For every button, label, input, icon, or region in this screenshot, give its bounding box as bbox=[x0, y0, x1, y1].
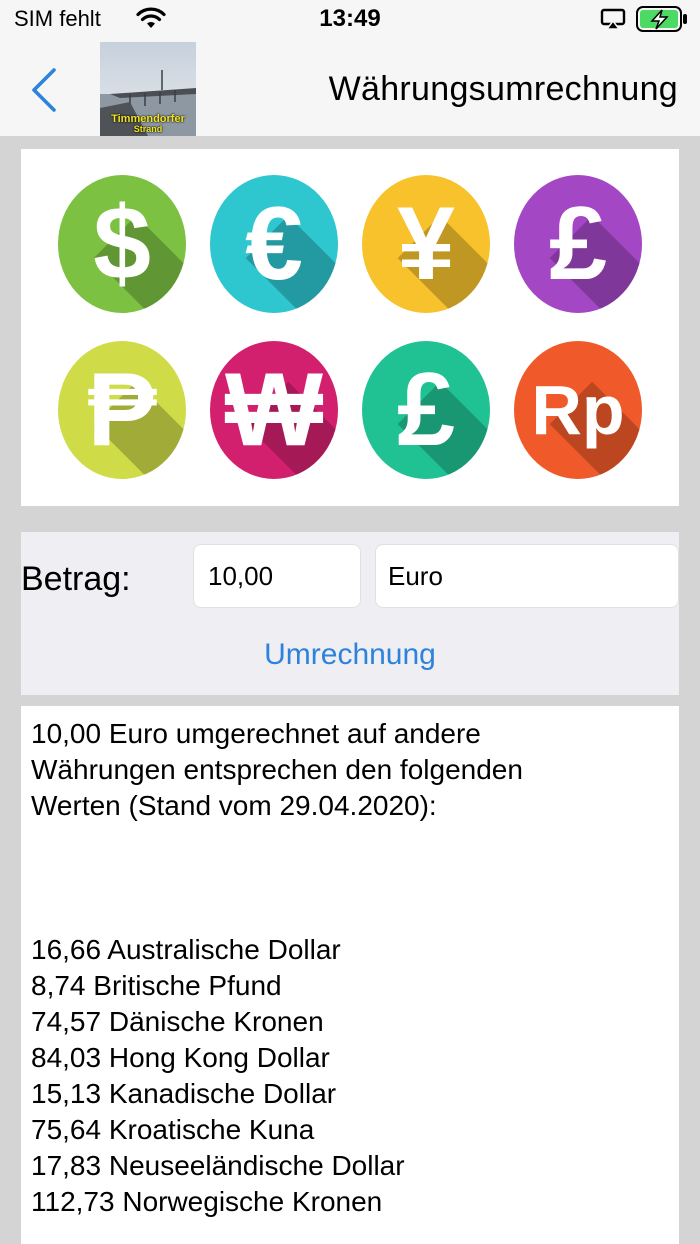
thumbnail-caption-line2: Strand bbox=[133, 124, 163, 134]
rate-item: 84,03 Hong Kong Dollar bbox=[31, 1042, 330, 1073]
amount-label: Betrag: bbox=[21, 560, 131, 598]
peso-coin-icon: ₱ bbox=[58, 341, 186, 479]
battery-charging-icon bbox=[636, 6, 687, 32]
rate-item: 17,83 Neuseeländische Dollar bbox=[31, 1150, 405, 1181]
currency-select[interactable]: Euro bbox=[375, 544, 679, 608]
pound-coin-icon: £ bbox=[514, 175, 642, 313]
amount-input[interactable]: 10,00 bbox=[193, 544, 361, 608]
yen-coin-icon: ¥ bbox=[362, 175, 490, 313]
navigation-bar: Timmendorfer Strand Währungsumrechnung bbox=[0, 40, 700, 136]
won-coin-icon: ₩ bbox=[210, 341, 338, 479]
back-chevron-icon[interactable] bbox=[26, 66, 62, 114]
rate-item: 112,73 Norwegische Kronen bbox=[31, 1186, 383, 1217]
rate-item: 74,57 Dänische Kronen bbox=[31, 1006, 324, 1037]
rate-item: 16,66 Australische Dollar bbox=[31, 934, 341, 965]
euro-coin-icon: € bbox=[210, 175, 338, 313]
page-title: Währungsumrechnung bbox=[328, 70, 678, 108]
location-thumbnail: Timmendorfer Strand bbox=[100, 42, 196, 136]
dollar-coin-icon: $ bbox=[58, 175, 186, 313]
currency-banner-image: $ € ¥ £ ₱ ₩ £ Rp bbox=[21, 149, 679, 506]
rates-list: 16,66 Australische Dollar 8,74 Britische… bbox=[31, 932, 405, 1220]
result-panel: 10,00 Euro umgerechnet auf andere Währun… bbox=[21, 706, 679, 1244]
rate-item: 75,64 Kroatische Kuna bbox=[31, 1114, 315, 1145]
result-intro-line: Werten (Stand vom 29.04.2020): bbox=[31, 790, 437, 821]
rate-item: 8,74 Britische Pfund bbox=[31, 970, 282, 1001]
result-intro-line: Währungen entsprechen den folgenden bbox=[31, 754, 523, 785]
result-intro-line: 10,00 Euro umgerechnet auf andere bbox=[31, 718, 481, 749]
rupiah-coin-icon: Rp bbox=[514, 341, 642, 479]
convert-button[interactable]: Umrechnung bbox=[21, 638, 679, 672]
conversion-form: Betrag: 10,00 Euro Umrechnung bbox=[21, 532, 679, 695]
status-time: 13:49 bbox=[319, 5, 381, 32]
rate-item: 15,13 Kanadische Dollar bbox=[31, 1078, 337, 1109]
status-bar: SIM fehlt 13:49 bbox=[0, 0, 700, 40]
lira-coin-icon: £ bbox=[362, 341, 490, 479]
airplay-icon[interactable] bbox=[600, 8, 626, 30]
thumbnail-caption: Timmendorfer Strand bbox=[100, 114, 196, 134]
result-intro: 10,00 Euro umgerechnet auf andere Währun… bbox=[31, 716, 671, 824]
